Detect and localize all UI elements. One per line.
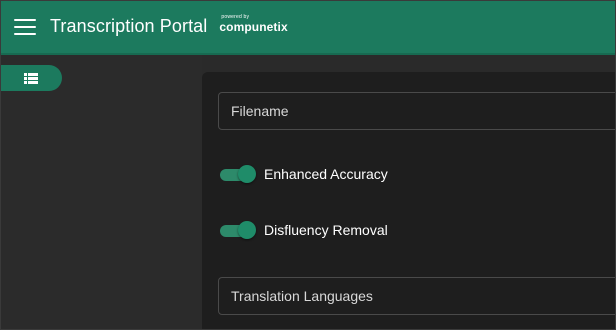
hamburger-menu-icon[interactable]: [14, 18, 36, 35]
brand-tagline: powered by: [221, 13, 250, 20]
filename-placeholder: Filename: [231, 103, 289, 119]
main-panel: Filename Enhanced Accuracy Disfluency Re…: [202, 72, 616, 330]
sidebar: [0, 55, 202, 330]
enhanced-accuracy-toggle[interactable]: Enhanced Accuracy: [218, 162, 388, 186]
filename-input[interactable]: Filename: [218, 92, 616, 130]
disfluency-removal-label: Disfluency Removal: [264, 222, 388, 238]
list-view-button[interactable]: [0, 65, 62, 91]
translation-languages-select[interactable]: Translation Languages: [218, 277, 616, 315]
translation-languages-placeholder: Translation Languages: [231, 288, 373, 304]
brand-name: compunetix: [219, 19, 288, 34]
app-header: Transcription Portal powered by compunet…: [0, 0, 616, 55]
disfluency-removal-toggle[interactable]: Disfluency Removal: [218, 218, 388, 242]
app-title: Transcription Portal: [50, 16, 208, 36]
brand-logo: powered by compunetix: [219, 14, 288, 34]
list-icon: [24, 72, 38, 84]
enhanced-accuracy-switch[interactable]: [218, 165, 258, 183]
enhanced-accuracy-label: Enhanced Accuracy: [264, 166, 388, 182]
disfluency-removal-switch[interactable]: [218, 221, 258, 239]
